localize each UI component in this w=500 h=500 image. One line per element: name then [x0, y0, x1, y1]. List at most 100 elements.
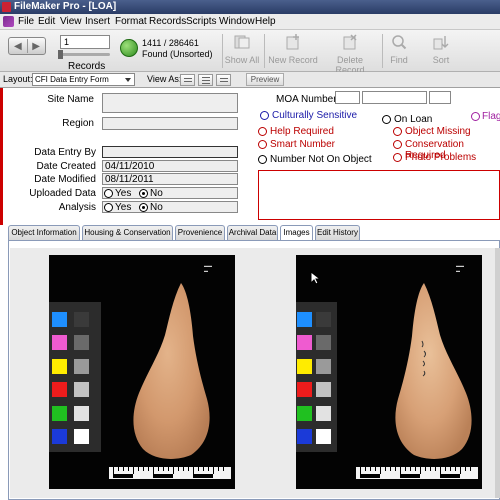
menu-records[interactable]: Records — [149, 16, 186, 27]
specimen-tag: ▬▬ ▬ — [456, 263, 464, 273]
analysis-label: Analysis — [58, 202, 96, 213]
site-name-field[interactable] — [102, 93, 238, 113]
images-scrollbar[interactable] — [495, 248, 500, 498]
photo-problems-label: Photo Problems — [405, 152, 477, 163]
show-all-button[interactable]: Show All — [224, 34, 260, 65]
object-missing-radio[interactable] — [393, 127, 402, 136]
gray-swatch — [316, 359, 331, 374]
layout-dropdown[interactable]: CFI Data Entry Form — [32, 73, 135, 86]
smart-number-radio[interactable] — [258, 140, 267, 149]
gray-swatch — [74, 312, 89, 327]
menu-insert[interactable]: Insert — [85, 16, 110, 27]
uploaded-data-label: Uploaded Data — [29, 188, 96, 199]
photo-problems-radio[interactable] — [393, 153, 402, 162]
tab-archival-data[interactable]: Archival Data — [227, 225, 278, 240]
toolbar-divider — [264, 34, 265, 68]
color-swatch — [297, 429, 312, 444]
record-slider-track[interactable] — [60, 53, 110, 56]
delete-record-button[interactable]: Delete Record — [322, 34, 378, 75]
menu-window[interactable]: Window — [219, 16, 255, 27]
on-loan-label: On Loan — [394, 114, 433, 125]
data-entry-by-label: Data Entry By — [34, 147, 96, 158]
view-as-list-button[interactable] — [198, 74, 213, 86]
window-title-bar: FileMaker Pro - [LOA] — [0, 0, 500, 14]
next-record-icon[interactable]: ▶ — [32, 41, 40, 52]
record-book-control[interactable]: ◀ ▶ — [8, 37, 46, 55]
view-as-table-button[interactable] — [216, 74, 231, 86]
date-modified-field[interactable]: 08/11/2011 — [102, 173, 238, 185]
menu-view[interactable]: View — [60, 16, 82, 27]
moa-number-field-3[interactable] — [429, 91, 451, 104]
layout-bar: Layout: CFI Data Entry Form View As: Pre… — [0, 72, 500, 88]
records-label: Records — [68, 61, 106, 72]
analysis-no-label: No — [150, 202, 163, 213]
flag-radio[interactable] — [471, 112, 480, 121]
toolbar-divider — [222, 34, 223, 68]
object-missing-label: Object Missing — [405, 126, 471, 137]
gray-swatch — [74, 382, 89, 397]
help-required-radio[interactable] — [258, 127, 267, 136]
form-view-icon — [184, 81, 192, 82]
tab-provenience[interactable]: Provenience — [175, 225, 225, 240]
number-not-on-object-label: Number Not On Object — [270, 154, 372, 165]
analysis-yes-label: Yes — [115, 202, 132, 213]
moa-number-field-2[interactable] — [362, 91, 427, 104]
moa-number-field-1[interactable] — [335, 91, 360, 104]
uploaded-data-no-label: No — [150, 188, 163, 199]
color-swatch — [297, 335, 312, 350]
record-slider-thumb[interactable] — [58, 50, 63, 59]
gray-swatch — [74, 406, 89, 421]
analysis-no-radio[interactable] — [139, 203, 148, 212]
help-required-label: Help Required — [270, 126, 334, 137]
specimen-tag: ▬▬ ▬ — [204, 263, 212, 273]
view-as-form-button[interactable] — [180, 74, 195, 86]
artifact-photo-1[interactable]: ▬▬ ▬ — [49, 255, 235, 489]
menu-help[interactable]: Help — [255, 16, 276, 27]
analysis-yes-radio[interactable] — [104, 203, 113, 212]
on-loan-radio[interactable] — [382, 115, 391, 124]
conservation-required-radio[interactable] — [393, 140, 402, 149]
date-created-field[interactable]: 04/11/2010 — [102, 160, 238, 172]
menu-format[interactable]: Format — [115, 16, 147, 27]
uploaded-data-no-radio[interactable] — [139, 189, 148, 198]
show-all-label: Show All — [224, 55, 260, 65]
stone-biface-artifact — [133, 283, 210, 459]
region-label: Region — [62, 118, 94, 129]
previous-record-icon[interactable]: ◀ — [14, 41, 22, 52]
menu-bar: File Edit View Insert Format Records Scr… — [0, 14, 500, 30]
view-as-label: View As: — [147, 74, 182, 84]
find-button[interactable]: Find — [386, 34, 412, 65]
tab-edit-history[interactable]: Edit History — [315, 225, 360, 240]
find-label: Find — [390, 55, 408, 65]
region-field[interactable] — [102, 117, 238, 130]
number-not-on-object-radio[interactable] — [258, 155, 267, 164]
data-entry-by-field[interactable] — [102, 146, 238, 158]
artifact-photo-2[interactable]: ▬▬ ▬ — [296, 255, 482, 489]
gray-swatch — [316, 335, 331, 350]
color-swatch — [52, 312, 67, 327]
color-swatch — [297, 359, 312, 374]
uploaded-data-yes-label: Yes — [115, 188, 132, 199]
new-record-button[interactable]: New Record — [268, 34, 318, 65]
menu-edit[interactable]: Edit — [38, 16, 55, 27]
table-view-icon — [220, 81, 228, 82]
tab-housing-conservation[interactable]: Housing & Conservation — [82, 225, 173, 240]
current-record-input[interactable]: 1 — [60, 35, 110, 49]
sort-button[interactable]: Sort — [428, 34, 454, 65]
chevron-down-icon — [125, 78, 131, 82]
notes-textarea[interactable] — [258, 170, 500, 220]
preview-button[interactable]: Preview — [246, 73, 284, 86]
menu-scripts[interactable]: Scripts — [186, 16, 217, 27]
tab-object-information[interactable]: Object Information — [8, 225, 80, 240]
menu-file[interactable]: File — [18, 16, 34, 27]
tab-images[interactable]: Images — [280, 225, 313, 241]
document-menu-icon[interactable] — [3, 16, 14, 27]
uploaded-data-yes-radio[interactable] — [104, 189, 113, 198]
new-record-icon — [286, 34, 299, 50]
left-red-border — [0, 88, 3, 225]
scale-ruler — [356, 467, 478, 479]
show-all-icon — [234, 35, 250, 49]
color-swatch — [297, 382, 312, 397]
status-toolbar: ◀ ▶ 1 Records 1411 / 286461 Found (Unsor… — [0, 30, 500, 75]
culturally-sensitive-radio[interactable] — [260, 111, 269, 120]
